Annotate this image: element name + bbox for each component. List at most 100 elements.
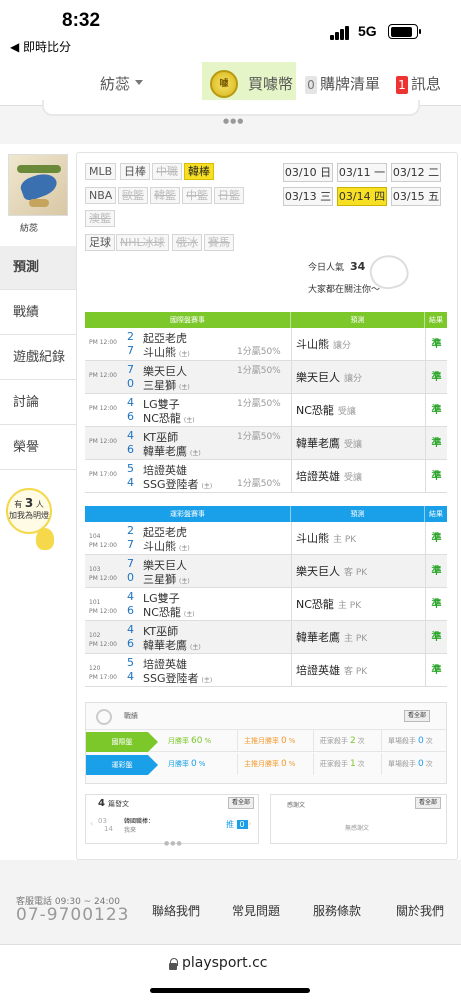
away-score: 7 (127, 557, 134, 570)
table-row[interactable]: 120 PM 17:00 5 4 培證英雄 SSG登陸者 (主) 培證英雄客 PK 準 (85, 654, 447, 687)
league-kbo[interactable]: 韓棒 (184, 163, 214, 180)
avatar[interactable] (8, 154, 68, 216)
prediction-pick: 樂天巨人 讓分 (291, 361, 447, 394)
phone-number[interactable]: 07-9700123 (16, 905, 129, 925)
date-0313[interactable]: 03/13 三 (283, 187, 333, 206)
clock: 8:32 (62, 10, 101, 31)
table-row[interactable]: 103 PM 12:00 7 0 樂天巨人 三星獅 (主) 樂天巨人客 PK 準 (85, 555, 447, 588)
date-0315[interactable]: 03/15 五 (391, 187, 441, 206)
table-row[interactable]: PM 12:00 4 6 KT巫師 韓華老鷹 (主) 1分贏50% 韓華老鷹 受讓準 (85, 427, 447, 460)
intl-col-pick: 預測 (291, 312, 425, 328)
profile-name: 紡蕊 (20, 224, 39, 234)
footer-contact[interactable]: 聯絡我們 (152, 902, 200, 919)
date-0312[interactable]: 03/12 二 (391, 163, 441, 182)
match-time: 102 PM 12:00 (89, 631, 117, 649)
match-number: 101 (89, 599, 101, 606)
footer-about[interactable]: 關於我們 (396, 902, 444, 919)
footer-faq[interactable]: 常見問題 (232, 902, 280, 919)
prediction-pick: 韓華老鷹主 PK (291, 621, 447, 654)
home-marker: (主) (183, 417, 195, 424)
league-soccer[interactable]: 足球 (85, 234, 115, 251)
match-time: PM 12:00 (89, 437, 117, 446)
lottery-col-games: 運彩盤賽事 (85, 506, 291, 522)
home-marker: (主) (190, 450, 201, 457)
handicap-away: 1分贏50% (237, 432, 281, 442)
match-time-text: PM 12:00 (89, 405, 117, 412)
pick-team: 培證英雄 (296, 470, 340, 483)
date-0314[interactable]: 03/14 四 (337, 187, 387, 206)
table-row[interactable]: 104 PM 12:00 2 7 起亞老虎 斗山熊 (主) 斗山熊主 PK 準 (85, 522, 447, 555)
home-score: 6 (127, 637, 134, 650)
match-time: PM 12:00 (89, 404, 117, 413)
home-team: SSG登陸者 (主) (143, 476, 212, 492)
away-score: 4 (127, 590, 134, 603)
status-bar: 8:32 ◀ 即時比分 5G (0, 0, 461, 58)
thanks-see-all[interactable]: 看全部 (415, 797, 442, 809)
intl-col-result: 結果 (429, 316, 443, 324)
home-team: NC恐龍 (主) (143, 604, 195, 620)
league-npb[interactable]: 日棒 (120, 163, 150, 180)
match-time-text: PM 12:00 (89, 542, 117, 549)
result-badge: 準 (425, 621, 447, 654)
footer-terms[interactable]: 服務條款 (313, 902, 361, 919)
home-team-name: 斗山熊 (143, 540, 176, 553)
follow-lamp[interactable]: 有 3 人加我為明燈 (6, 488, 52, 534)
table-row[interactable]: PM 12:00 7 0 樂天巨人 三星獅 (主) 1分贏50% 樂天巨人 讓分準 (85, 361, 447, 394)
home-marker: (主) (179, 351, 190, 358)
performance-title: 戰績 (124, 712, 138, 720)
home-team-name: SSG登陸者 (143, 672, 199, 685)
match-time-text: PM 17:00 (89, 674, 117, 681)
pick-type: 讓分 (344, 374, 363, 384)
prev-arrow-icon[interactable]: ‹ (90, 819, 93, 828)
away-score: 4 (127, 396, 134, 409)
performance-see-all[interactable]: 看全部 (404, 710, 431, 722)
table-row[interactable]: PM 17:00 5 4 培證英雄 SSG登陸者 (主) 1分贏50% 培證英雄 受讓準 (85, 460, 447, 493)
table-row[interactable]: 101 PM 12:00 4 6 LG雙子 NC恐龍 (主) NC恐龍主 PK 準 (85, 588, 447, 621)
articles-pager[interactable]: ●●● (164, 840, 183, 847)
prediction-pick: 樂天巨人客 PK (291, 555, 447, 588)
perf-row-intl: 國際盤 月勝率 60% 主推月勝率 0% 莊家殺手 2 次 單場殺手 0 次 (86, 730, 446, 752)
league-nba[interactable]: NBA (85, 187, 117, 204)
home-indicator[interactable] (150, 988, 310, 993)
articles-box: 4 篇發文 看全部 03 14 ‹ 韓國職棒： 我來 推 0 › (85, 794, 259, 844)
banner-pager[interactable]: ●●● (223, 117, 244, 125)
result-badge: 準 (425, 427, 447, 460)
home-marker: (主) (183, 611, 195, 618)
lottery-col-pick: 預測 (291, 506, 425, 522)
handicap-home: 1分贏50% (237, 347, 281, 357)
pick-type: 受讓 (344, 440, 363, 450)
league-mlb[interactable]: MLB (85, 163, 117, 180)
home-score: 4 (127, 670, 134, 683)
result-badge: 準 (425, 588, 447, 621)
side-tab-discussion[interactable]: 討論 (0, 381, 76, 425)
next-arrow-icon[interactable]: › (248, 819, 251, 828)
side-tab-history[interactable]: 遊戲紀錄 (0, 336, 76, 380)
side-tab-predict[interactable]: 預測 (0, 246, 76, 290)
date-0310[interactable]: 03/10 日 (283, 163, 333, 182)
article-item[interactable]: 韓國職棒： 我來 (124, 817, 154, 835)
league-horse: 賽馬 (204, 234, 234, 251)
home-team-name: 三星獅 (143, 379, 176, 392)
prediction-pick: 斗山熊 讓分 (291, 328, 447, 361)
back-to-app-link[interactable]: ◀ 即時比分 (10, 38, 71, 55)
result-badge: 準 (425, 394, 447, 427)
result-badge: 準 (425, 460, 447, 493)
banner-frame (42, 100, 420, 116)
side-tab-record[interactable]: 戰績 (0, 291, 76, 335)
coin-icon: 噱 (210, 70, 238, 98)
side-tab-honor[interactable]: 榮譽 (0, 426, 76, 470)
home-team-name: 韓華老鷹 (143, 445, 187, 458)
table-row[interactable]: PM 12:00 4 6 LG雙子 NC恐龍 (主) 1分贏50% NC恐龍 受讓準 (85, 394, 447, 427)
prediction-pick: 培證英雄客 PK (291, 654, 447, 687)
articles-see-all[interactable]: 看全部 (228, 797, 255, 809)
date-0311[interactable]: 03/11 一 (337, 163, 387, 182)
pick-team: NC恐龍 (296, 598, 334, 611)
home-team-name: NC恐龍 (143, 606, 181, 619)
home-team-name: 韓華老鷹 (143, 639, 187, 652)
url-text[interactable]: playsport.cc (182, 955, 267, 971)
league-bleague: 日籃 (214, 187, 244, 204)
table-row[interactable]: 102 PM 12:00 4 6 KT巫師 韓華老鷹 (主) 韓華老鷹主 PK 準 (85, 621, 447, 654)
table-row[interactable]: PM 12:00 2 7 起亞老虎 斗山熊 (主) 1分贏50% 斗山熊 讓分準 (85, 328, 447, 361)
match-number: 102 (89, 632, 101, 639)
perf-badge-lottery: 運彩盤 (86, 755, 158, 775)
